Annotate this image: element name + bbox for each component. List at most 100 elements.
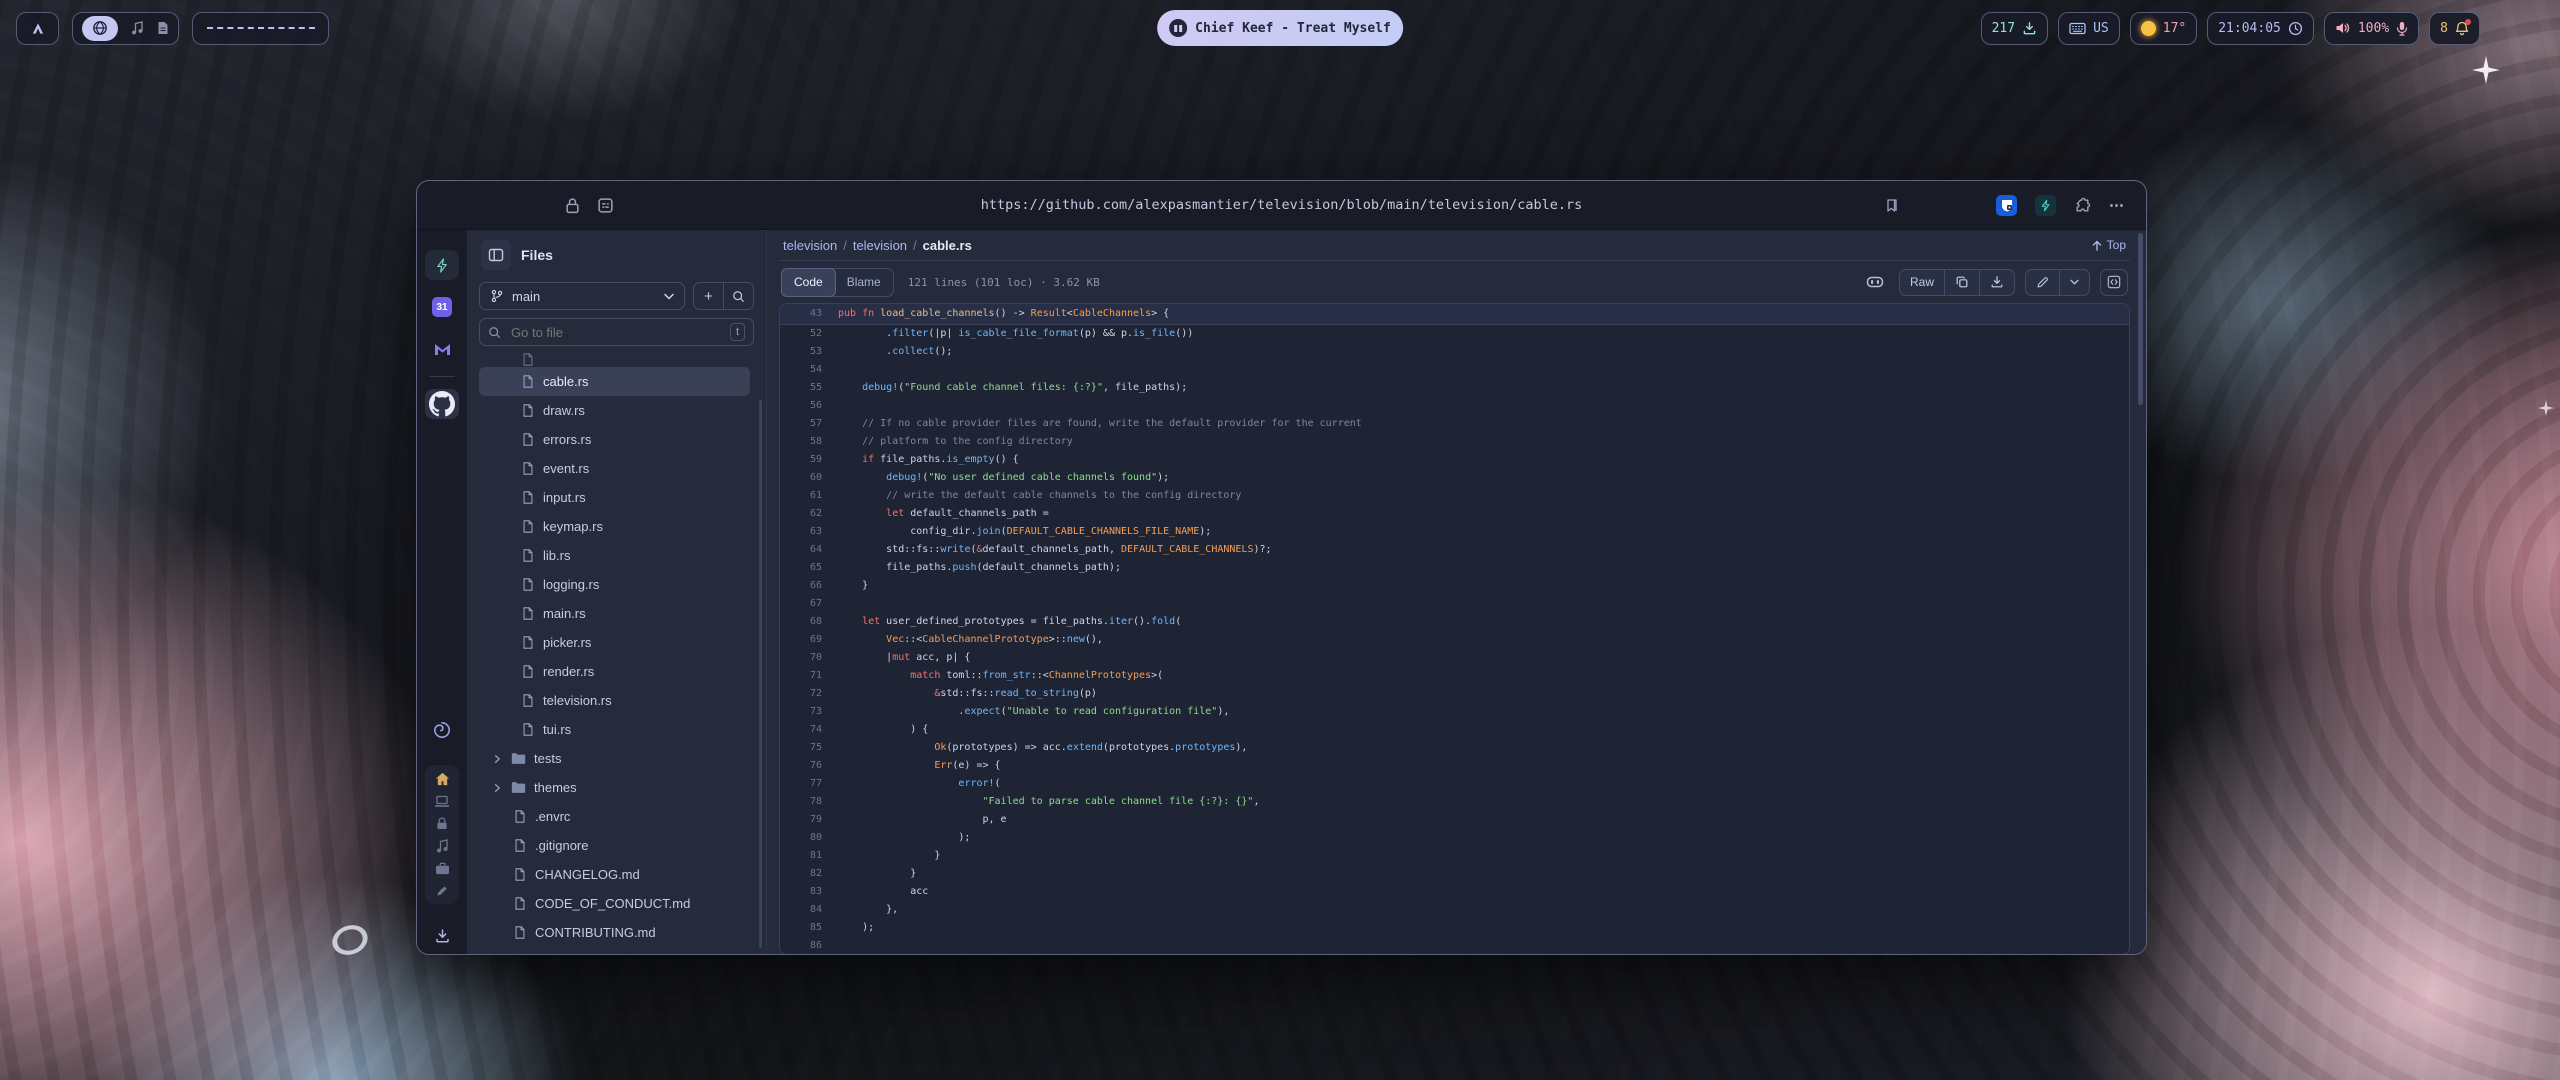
line-number[interactable]: 77 — [780, 775, 822, 793]
window-scrollbar-thumb[interactable] — [2138, 233, 2143, 405]
workspace-browser-pill[interactable] — [82, 16, 118, 41]
tree-item-clipped[interactable] — [479, 352, 750, 367]
line-number[interactable]: 70 — [780, 649, 822, 667]
tree-item-event.rs[interactable]: event.rs — [479, 454, 750, 483]
workspace-pen[interactable] — [436, 884, 449, 897]
media-widget[interactable]: Chief Keef - Treat Myself — [1157, 10, 1403, 46]
workspace-laptop[interactable] — [434, 795, 450, 808]
line-number[interactable]: 78 — [780, 793, 822, 811]
launcher-button[interactable] — [16, 12, 59, 45]
line-number[interactable]: 57 — [780, 415, 822, 433]
line-number[interactable]: 54 — [780, 361, 822, 379]
line-number[interactable]: 79 — [780, 811, 822, 829]
tree-item-.gitignore[interactable]: .gitignore — [479, 831, 750, 860]
edit-button[interactable] — [2026, 270, 2059, 295]
weather-widget[interactable]: 17° — [2130, 12, 2197, 45]
line-number[interactable]: 84 — [780, 901, 822, 919]
lock-icon[interactable] — [565, 197, 580, 214]
line-number[interactable]: 62 — [780, 505, 822, 523]
line-number[interactable]: 80 — [780, 829, 822, 847]
url-bar[interactable]: https://github.com/alexpasmantier/televi… — [981, 197, 1582, 213]
line-number[interactable]: 60 — [780, 469, 822, 487]
line-number[interactable]: 86 — [780, 937, 822, 955]
copilot-button[interactable] — [1861, 269, 1889, 296]
line-number[interactable]: 67 — [780, 595, 822, 613]
tab-lightning[interactable] — [425, 250, 459, 280]
line-number[interactable]: 55 — [780, 379, 822, 397]
bitwarden-extension-icon[interactable] — [1996, 195, 2017, 216]
line-number[interactable]: 64 — [780, 541, 822, 559]
tree-item-keymap.rs[interactable]: keymap.rs — [479, 512, 750, 541]
tree-item-CONTRIBUTING.md[interactable]: CONTRIBUTING.md — [479, 918, 750, 947]
line-number[interactable]: 52 — [780, 325, 822, 343]
breadcrumb-dir[interactable]: television — [853, 238, 907, 253]
line-number[interactable]: 69 — [780, 631, 822, 649]
workspace-music[interactable] — [436, 839, 449, 853]
line-number[interactable]: 74 — [780, 721, 822, 739]
line-number[interactable]: 85 — [780, 919, 822, 937]
workspace-briefcase[interactable] — [435, 862, 450, 875]
tree-item-CHANGELOG.md[interactable]: CHANGELOG.md — [479, 860, 750, 889]
volume-widget[interactable]: 100% — [2324, 12, 2419, 45]
branch-selector[interactable]: main — [479, 282, 685, 310]
line-number[interactable]: 56 — [780, 397, 822, 415]
tree-item-television.rs[interactable]: television.rs — [479, 686, 750, 715]
collapse-sidebar-button[interactable] — [481, 240, 511, 270]
line-number[interactable]: 53 — [780, 343, 822, 361]
tree-item-themes[interactable]: themes — [479, 773, 750, 802]
window-title-widget[interactable] — [192, 12, 329, 45]
line-number[interactable]: 71 — [780, 667, 822, 685]
clock-widget[interactable]: 21:04:05 — [2207, 12, 2314, 45]
workspace-zen[interactable] — [425, 715, 459, 745]
extensions-puzzle-icon[interactable] — [2074, 197, 2091, 214]
tree-item-CODE_OF_CONDUCT.md[interactable]: CODE_OF_CONDUCT.md — [479, 889, 750, 918]
tree-item-main.rs[interactable]: main.rs — [479, 599, 750, 628]
tab-mail[interactable] — [425, 334, 459, 364]
tree-item-errors.rs[interactable]: errors.rs — [479, 425, 750, 454]
tree-item-input.rs[interactable]: input.rs — [479, 483, 750, 512]
line-number[interactable]: 75 — [780, 739, 822, 757]
sidebar-scrollbar[interactable] — [759, 400, 762, 948]
tree-item-render.rs[interactable]: render.rs — [479, 657, 750, 686]
bookmark-button[interactable] — [1884, 197, 1900, 214]
line-number[interactable]: 43 — [780, 304, 822, 324]
keyboard-layout-widget[interactable]: US — [2058, 12, 2120, 45]
tree-item-tui.rs[interactable]: tui.rs — [479, 715, 750, 744]
browser-menu-button[interactable]: ⋯ — [2109, 196, 2126, 214]
breadcrumb-repo[interactable]: television — [783, 238, 837, 253]
line-number[interactable]: 83 — [780, 883, 822, 901]
line-number[interactable]: 59 — [780, 451, 822, 469]
line-number[interactable]: 63 — [780, 523, 822, 541]
line-number[interactable]: 61 — [780, 487, 822, 505]
goto-file-input[interactable] — [509, 324, 722, 341]
tab-github[interactable] — [425, 389, 459, 419]
tree-item-.envrc[interactable]: .envrc — [479, 802, 750, 831]
download-button[interactable] — [1979, 270, 2014, 295]
downloads-button[interactable] — [434, 928, 451, 944]
tree-item-clipped[interactable] — [479, 947, 750, 948]
edit-dropdown-button[interactable] — [2059, 270, 2089, 295]
line-number[interactable]: 65 — [780, 559, 822, 577]
line-number[interactable]: 73 — [780, 703, 822, 721]
line-number[interactable]: 81 — [780, 847, 822, 865]
line-number[interactable]: 72 — [780, 685, 822, 703]
lightning-extension-icon[interactable] — [2035, 195, 2056, 216]
search-tree-button[interactable] — [723, 283, 753, 309]
tree-item-logging.rs[interactable]: logging.rs — [479, 570, 750, 599]
workspace-docs-button[interactable] — [157, 21, 169, 35]
tree-item-cable.rs[interactable]: cable.rs — [479, 367, 750, 396]
line-number[interactable]: 58 — [780, 433, 822, 451]
tab-code[interactable]: Code — [781, 268, 836, 297]
workspace-lock[interactable] — [436, 817, 448, 830]
tree-item-picker.rs[interactable]: picker.rs — [479, 628, 750, 657]
new-file-button[interactable]: + — [694, 283, 723, 309]
raw-button[interactable]: Raw — [1900, 270, 1944, 295]
tab-blame[interactable]: Blame — [835, 269, 893, 296]
line-number[interactable]: 82 — [780, 865, 822, 883]
updates-widget[interactable]: 217 — [1981, 12, 2048, 45]
line-number[interactable]: 68 — [780, 613, 822, 631]
workspace-music-button[interactable] — [131, 21, 144, 35]
notifications-widget[interactable]: 8 — [2429, 12, 2480, 45]
symbols-panel-button[interactable] — [2100, 269, 2128, 296]
line-number[interactable]: 66 — [780, 577, 822, 595]
